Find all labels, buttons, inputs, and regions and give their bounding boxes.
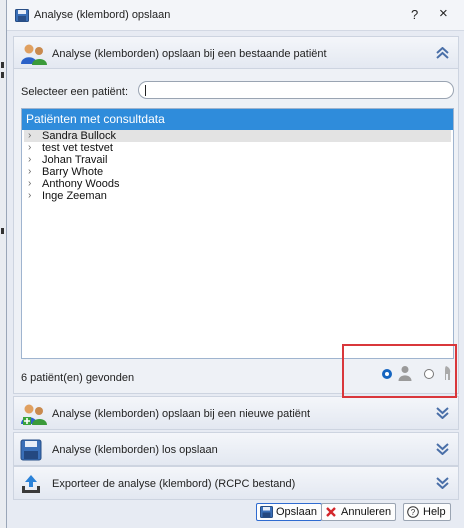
title-bar: Analyse (klembord) opslaan ? × [7,0,464,31]
expand-arrow-icon[interactable]: › [28,142,31,154]
expand-arrow-icon[interactable]: › [28,190,31,202]
section-separate-save-header[interactable]: Analyse (klemborden) los opslaan [13,432,459,466]
help-button[interactable]: ? Help [403,503,451,521]
patient-search-input[interactable] [138,81,454,99]
floppy-disk-icon [260,506,273,523]
section-export-header[interactable]: Exporteer de analyse (klembord) (RCPC be… [13,466,459,500]
list-item-patient[interactable]: › Barry Whote [24,166,451,178]
patient-name: Johan Travail [42,154,108,166]
edge-mark [1,62,4,68]
section-existing-patient-header[interactable]: Analyse (klemborden) opslaan bij een bes… [13,36,459,70]
list-item-patient[interactable]: › Johan Travail [24,154,451,166]
list-item-patient[interactable]: › Anthony Woods [24,178,451,190]
edge-mark [1,72,4,78]
patient-name: Inge Zeeman [42,190,107,202]
expand-arrow-icon[interactable]: › [28,154,31,166]
patient-count-text: 6 patiënt(en) gevonden [21,372,135,384]
patient-name: Anthony Woods [42,178,120,190]
help-icon[interactable]: ? [411,7,418,22]
section-existing-patient-label: Analyse (klemborden) opslaan bij een bes… [52,48,327,60]
close-icon[interactable]: × [439,5,448,22]
floppy-disk-icon [15,9,29,25]
chevron-down-icon[interactable] [436,477,449,492]
save-button[interactable]: Opslaan [256,503,322,521]
help-button-label: Help [423,506,446,518]
patient-name: Sandra Bullock [42,130,116,142]
save-button-label: Opslaan [276,506,317,518]
annotation-highlight-box [342,344,457,398]
patient-name: test vet testvet [42,142,113,154]
patient-list-header: Patiënten met consultdata [22,109,453,130]
patient-list: Patiënten met consultdata › Sandra Bullo… [21,108,454,359]
question-circle-icon: ? [407,506,419,523]
chevron-down-icon[interactable] [436,443,449,458]
section-new-patient-header[interactable]: Analyse (klemborden) opslaan bij een nie… [13,396,459,430]
section-separate-save-label: Analyse (klemborden) los opslaan [52,444,218,456]
list-item-patient[interactable]: › Sandra Bullock [24,130,451,142]
list-item-patient[interactable]: › Inge Zeeman [24,190,451,202]
chevron-down-icon[interactable] [436,407,449,422]
expand-arrow-icon[interactable]: › [28,166,31,178]
chevron-up-icon[interactable] [436,46,449,62]
section-export-label: Exporteer de analyse (klembord) (RCPC be… [52,478,296,490]
patients-icon [20,43,48,68]
floppy-disk-icon [20,439,42,464]
expand-arrow-icon[interactable]: › [28,178,31,190]
svg-text:?: ? [411,508,416,517]
cancel-button-label: Annuleren [341,506,392,518]
cancel-x-icon [325,506,337,523]
text-caret [145,85,146,96]
expand-arrow-icon[interactable]: › [28,130,31,142]
window-title: Analyse (klembord) opslaan [34,9,171,21]
patient-name: Barry Whote [42,166,104,178]
list-item-patient[interactable]: › test vet testvet [24,142,451,154]
section-new-patient-label: Analyse (klemborden) opslaan bij een nie… [52,408,311,420]
edge-mark [1,228,4,234]
save-analysis-dialog: Analyse (klembord) opslaan ? × Analyse (… [6,0,464,528]
cancel-button[interactable]: Annuleren [321,503,397,523]
export-icon [20,473,42,498]
select-patient-label: Selecteer een patiënt: [21,86,129,98]
new-patient-icon [20,403,48,428]
